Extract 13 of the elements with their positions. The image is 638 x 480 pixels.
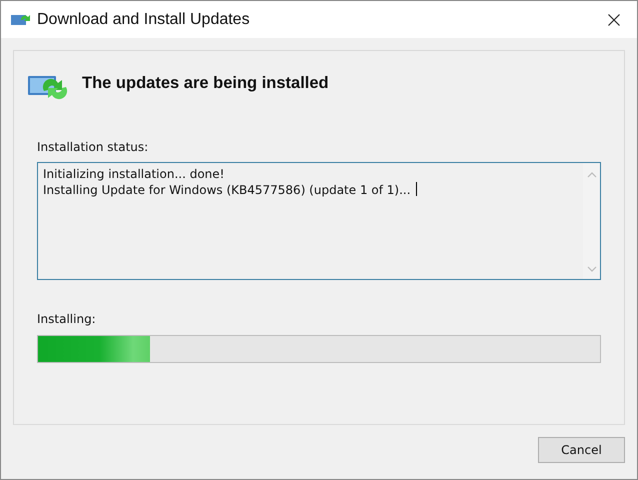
log-line: Initializing installation... done!	[43, 167, 226, 182]
scroll-down-icon[interactable]	[586, 266, 596, 272]
status-label: Installation status:	[37, 140, 150, 154]
update-icon	[28, 73, 68, 101]
cancel-button[interactable]: Cancel	[538, 437, 625, 463]
progress-label: Installing:	[37, 312, 97, 326]
log-line: Installing Update for Windows (KB4577586) (update 1 of 1)...	[43, 182, 578, 198]
app-icon	[11, 12, 31, 26]
text-cursor	[416, 182, 417, 196]
heading: The updates are being installed	[82, 74, 329, 92]
close-icon[interactable]	[608, 14, 620, 26]
scroll-up-icon[interactable]	[586, 172, 596, 178]
window-title: Download and Install Updates	[37, 10, 251, 28]
